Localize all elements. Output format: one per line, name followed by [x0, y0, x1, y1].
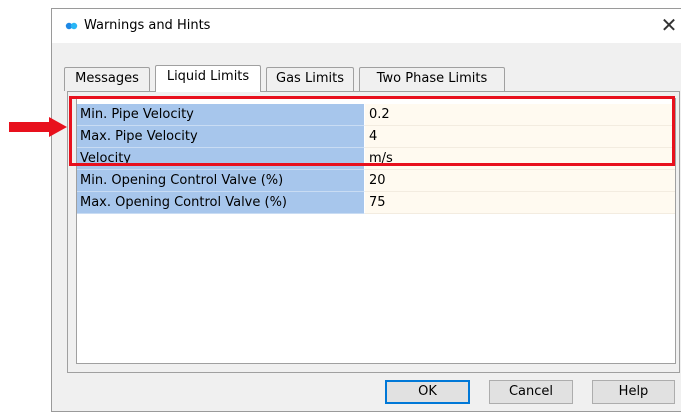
row-value-cell[interactable]: 75 [365, 192, 675, 214]
table-row[interactable]: Max. Pipe Velocity 4 [77, 126, 675, 148]
row-name-cell: Max. Pipe Velocity [77, 126, 365, 148]
window-title: Warnings and Hints [84, 18, 211, 33]
row-name-cell: Min. Pipe Velocity [77, 104, 365, 126]
ok-button[interactable]: OK [385, 380, 470, 404]
row-value-cell[interactable]: 4 [365, 126, 675, 148]
row-value-cell[interactable]: 0.2 [365, 104, 675, 126]
row-value-cell[interactable]: 20 [365, 170, 675, 192]
row-name-cell: Velocity [77, 148, 365, 170]
help-button[interactable]: Help [592, 380, 675, 404]
tab-liquid-limits[interactable]: Liquid Limits [155, 65, 261, 92]
row-name-cell: Max. Opening Control Valve (%) [77, 192, 365, 214]
tab-messages[interactable]: Messages [64, 67, 150, 91]
warnings-hints-dialog: Warnings and Hints ✕ Messages Liquid Lim… [51, 8, 681, 412]
table-row[interactable]: Min. Pipe Velocity 0.2 [77, 104, 675, 126]
close-icon[interactable]: ✕ [658, 15, 680, 37]
row-value-cell[interactable]: m/s [365, 148, 675, 170]
tab-panel: Min. Pipe Velocity 0.2 Max. Pipe Velocit… [67, 91, 680, 373]
table-row[interactable]: Max. Opening Control Valve (%) 75 [77, 192, 675, 214]
app-logo-icon [65, 22, 78, 30]
table-row[interactable]: Min. Opening Control Valve (%) 20 [77, 170, 675, 192]
table-row[interactable]: Velocity m/s [77, 148, 675, 170]
title-bar: Warnings and Hints ✕ [52, 9, 681, 43]
cancel-button[interactable]: Cancel [489, 380, 573, 404]
limits-grid: Min. Pipe Velocity 0.2 Max. Pipe Velocit… [76, 98, 676, 364]
tab-two-phase-limits[interactable]: Two Phase Limits [359, 67, 505, 91]
row-name-cell: Min. Opening Control Valve (%) [77, 170, 365, 192]
tab-gas-limits[interactable]: Gas Limits [266, 67, 354, 91]
red-arrow-icon [9, 117, 67, 137]
